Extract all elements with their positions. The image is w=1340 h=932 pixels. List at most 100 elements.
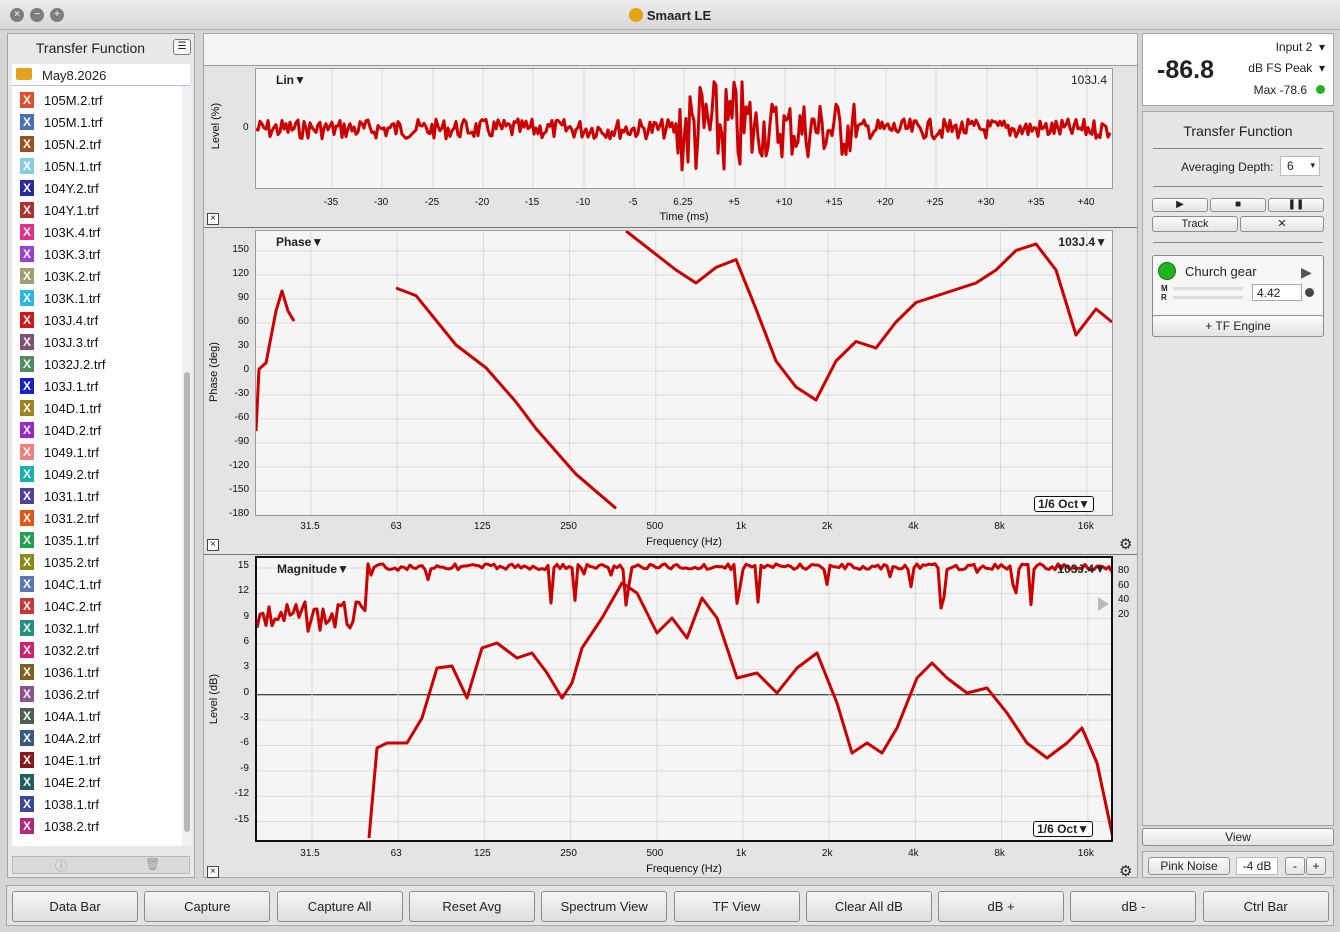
file-type-icon: X [20,246,34,262]
file-item[interactable]: X 103K.1.trf [12,287,182,309]
file-item[interactable]: X 1035.1.trf [12,529,182,551]
folder-icon [16,68,32,80]
file-item[interactable]: X 1038.1.trf [12,793,182,815]
file-item[interactable]: X 1049.1.trf [12,441,182,463]
toolbar-button-capture[interactable]: Capture [144,891,271,922]
view-button[interactable]: View [1142,828,1334,846]
phase-trace-svg [256,231,1112,515]
file-item[interactable]: X 104E.2.trf [12,771,182,793]
file-item[interactable]: X 1031.2.trf [12,507,182,529]
magnitude-trace-dropdown[interactable]: 103J.4▼ [1057,562,1106,576]
stop-button[interactable]: ■ [1210,198,1266,212]
trash-icon[interactable]: 🗑 [145,857,160,871]
generator-level-field[interactable]: -4 dB [1236,857,1278,875]
window-title-text: Smaart LE [646,8,712,23]
toolbar-button-data-bar[interactable]: Data Bar [12,891,138,922]
delay-field[interactable]: 4.42 [1252,284,1302,301]
file-list[interactable]: X 105M.2.trf X 105M.1.trf X 105N.2.trf X 105N.1… [12,86,182,846]
magnitude-mode-dropdown[interactable]: Magnitude▼ [277,562,349,576]
impulse-mode-dropdown[interactable]: Lin▼ [276,73,306,87]
file-item[interactable]: X 1038.2.trf [12,815,182,837]
magnitude-xlabel: Frequency (Hz) [646,863,722,875]
file-item[interactable]: X 1032.2.trf [12,639,182,661]
folder-row[interactable]: May8.2026 [12,64,190,86]
divider [1153,186,1323,187]
file-item[interactable]: X 103J.4.trf [12,309,182,331]
meter-unit-select[interactable]: dB FS Peak ▾ [1248,61,1325,75]
file-item[interactable]: X 1036.2.trf [12,683,182,705]
sidebar-menu-icon[interactable]: ☰ [173,39,191,55]
file-item[interactable]: X 1049.2.trf [12,463,182,485]
file-item[interactable]: X 1036.1.trf [12,661,182,683]
averaging-select[interactable]: 6 ▾ [1280,156,1320,176]
file-item[interactable]: X 105N.2.trf [12,133,182,155]
level-decrease-button[interactable]: - [1285,857,1305,875]
magnitude-trace [367,581,1111,839]
file-label: 105M.2.trf [44,93,103,108]
record-dot-icon[interactable] [1305,288,1314,297]
coherence-threshold-handle[interactable] [1098,597,1109,611]
file-item[interactable]: X 1035.2.trf [12,551,182,573]
file-item[interactable]: X 1031.1.trf [12,485,182,507]
file-item[interactable]: X 104E.1.trf [12,749,182,771]
toolbar-button-db-[interactable]: dB + [938,891,1065,922]
file-item[interactable]: X 103J.1.trf [12,375,182,397]
impulse-plot[interactable]: Lin▼ 103J.4 [255,68,1113,189]
file-item[interactable]: X 103K.3.trf [12,243,182,265]
file-item[interactable]: X 103K.2.trf [12,265,182,287]
toolbar-button-db-[interactable]: dB - [1070,891,1197,922]
magnitude-close-icon[interactable]: × [207,866,219,878]
sidebar-scrollbar[interactable] [182,86,192,846]
file-item[interactable]: X 103K.4.trf [12,221,182,243]
phase-settings-gear-icon[interactable]: ⚙ [1119,537,1132,552]
impulse-xlabel: Time (ms) [659,211,709,223]
toolbar-button-ctrl-bar[interactable]: Ctrl Bar [1202,891,1329,922]
magnitude-ytick: -9 [240,762,249,774]
add-tf-engine-button[interactable]: + TF Engine [1152,315,1324,337]
toolbar-button-capture-all[interactable]: Capture All [276,891,403,922]
file-item[interactable]: X 105M.1.trf [12,111,182,133]
file-item[interactable]: X 104C.2.trf [12,595,182,617]
input-select[interactable]: Input 2 ▾ [1276,40,1325,54]
file-item[interactable]: X 104D.1.trf [12,397,182,419]
scroll-thumb[interactable] [184,372,190,832]
magnitude-smoothing-dropdown[interactable]: 1/6 Oct▼ [1033,821,1093,837]
file-item[interactable]: X 1032J.2.trf [12,353,182,375]
phase-smoothing-dropdown[interactable]: 1/6 Oct▼ [1034,496,1094,512]
engine-play-icon[interactable]: ▶ [1301,264,1312,281]
toolbar-button-spectrum-view[interactable]: Spectrum View [541,891,668,922]
toolbar-button-clear-all-db[interactable]: Clear All dB [805,891,932,922]
level-increase-button[interactable]: + [1306,857,1326,875]
file-item[interactable]: X 104A.2.trf [12,727,182,749]
file-item[interactable]: X 1032.1.trf [12,617,182,639]
magnitude-plot[interactable]: Magnitude▼ 103J.4▼ 1/6 Oct▼ [255,556,1113,842]
play-button[interactable]: ▶ [1152,198,1208,212]
phase-close-icon[interactable]: × [207,539,219,551]
file-type-icon: X [20,774,34,790]
phase-mode-dropdown[interactable]: Phase▼ [276,235,323,249]
tools-icon[interactable]: ✕ [1240,216,1324,232]
impulse-xtick: -25 [424,197,440,208]
toolbar-button-tf-view[interactable]: TF View [673,891,800,922]
file-item[interactable]: X 104D.2.trf [12,419,182,441]
file-item[interactable]: X 104C.1.trf [12,573,182,595]
coherence-tick: 20 [1118,608,1130,620]
file-item[interactable]: X 103J.3.trf [12,331,182,353]
file-item[interactable]: X 105N.1.trf [12,155,182,177]
engine-active-icon[interactable] [1158,262,1176,280]
magnitude-settings-gear-icon[interactable]: ⚙ [1119,864,1132,879]
phase-plot[interactable]: Phase▼ 103J.4▼ 1/6 Oct▼ [255,230,1113,516]
phase-trace-dropdown[interactable]: 103J.4▼ [1058,235,1107,249]
impulse-close-icon[interactable]: × [207,213,219,225]
file-type-icon: X [20,202,34,218]
toolbar-button-reset-avg[interactable]: Reset Avg [408,891,535,922]
info-icon[interactable]: ⓘ [55,857,67,874]
file-item[interactable]: X 105M.2.trf [12,89,182,111]
pink-noise-button[interactable]: Pink Noise [1148,857,1230,875]
sidebar-bottom-bar: ⓘ 🗑 [12,856,190,874]
file-item[interactable]: X 104Y.2.trf [12,177,182,199]
track-button[interactable]: Track [1152,216,1238,232]
pause-button[interactable]: ❚❚ [1268,198,1324,212]
file-item[interactable]: X 104Y.1.trf [12,199,182,221]
file-item[interactable]: X 104A.1.trf [12,705,182,727]
